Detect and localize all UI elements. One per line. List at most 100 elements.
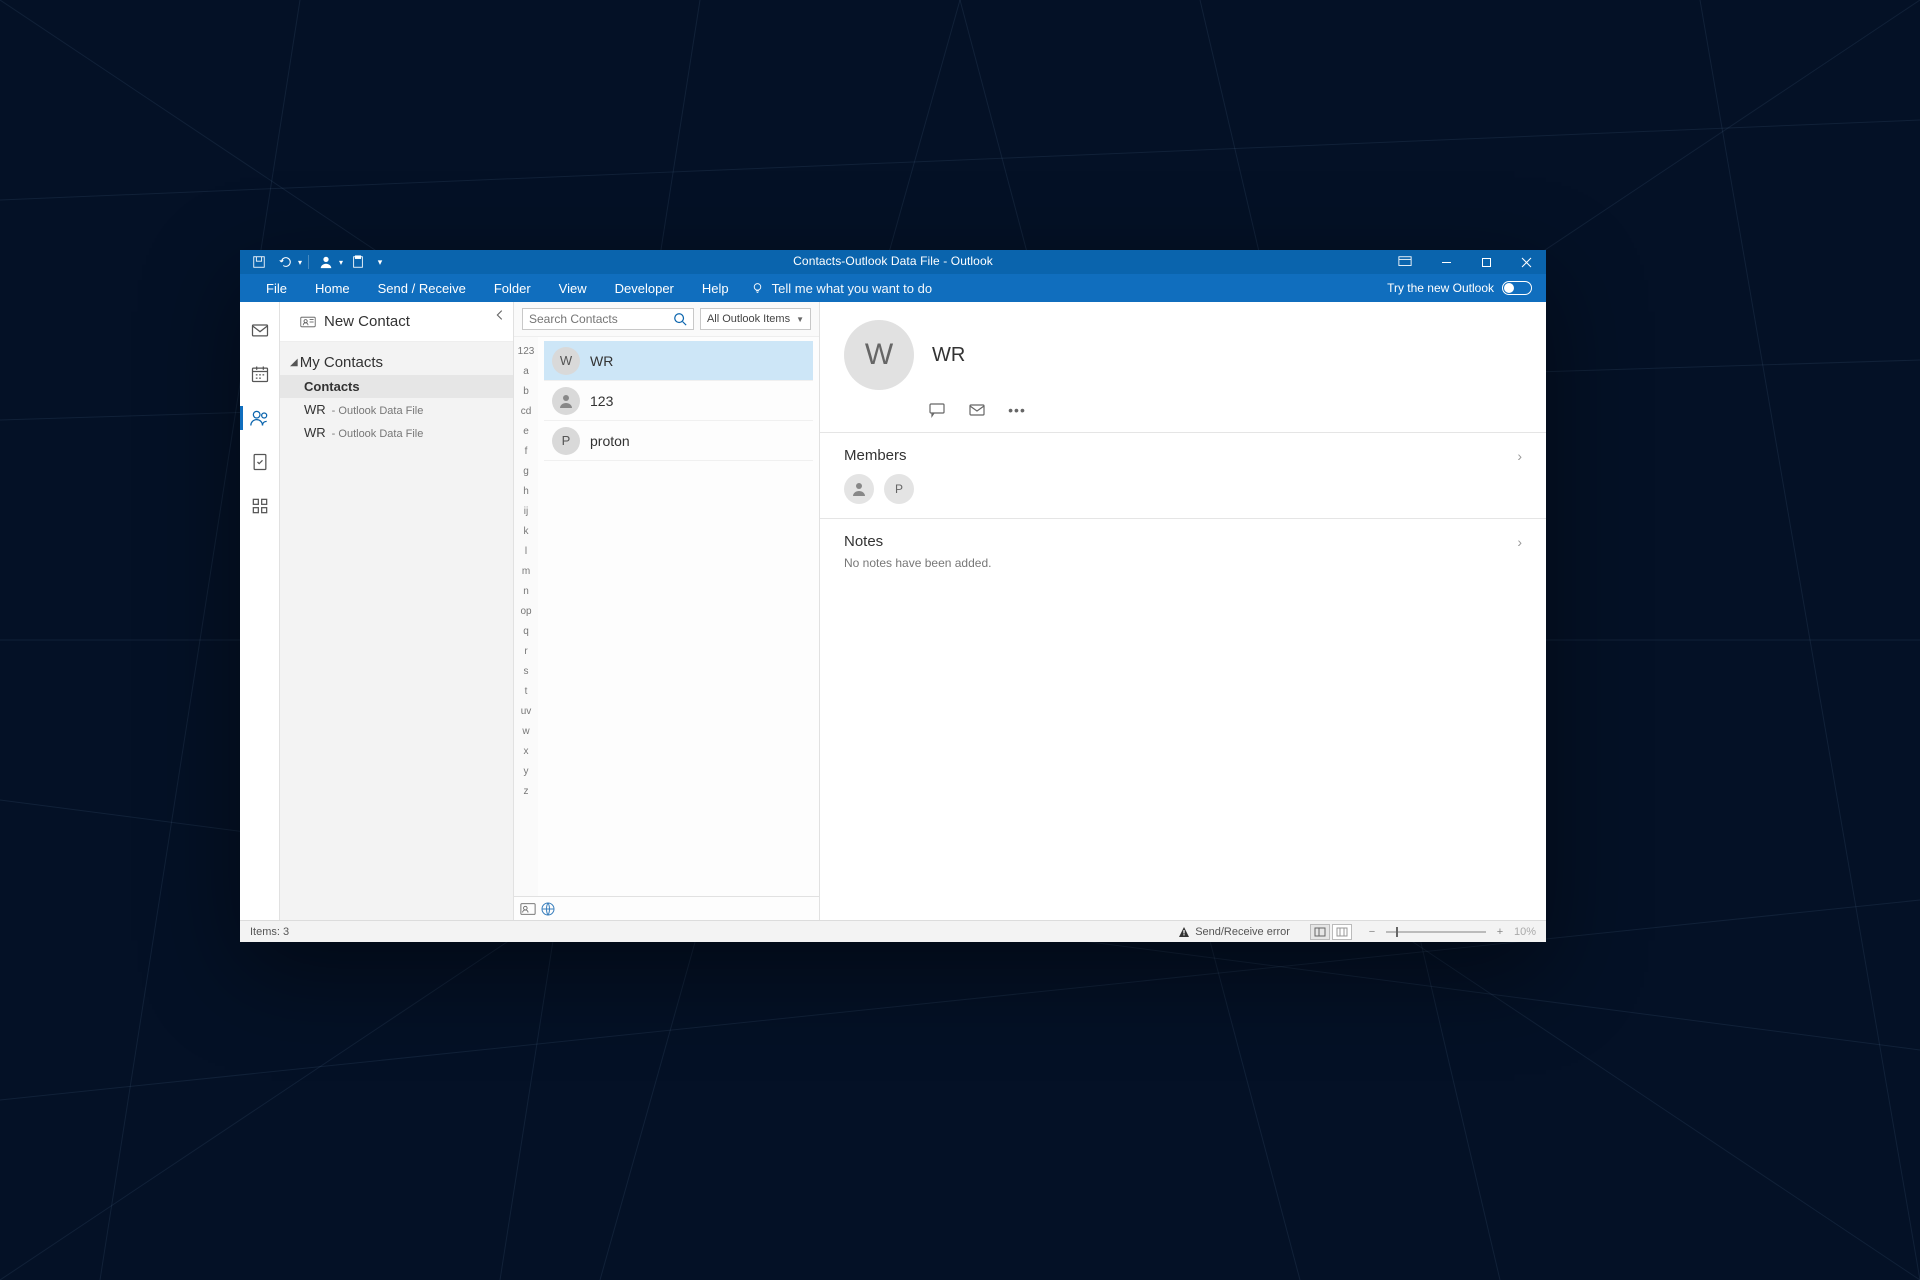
search-input[interactable] [529, 312, 687, 326]
menu-item-send-receive[interactable]: Send / Receive [364, 274, 480, 302]
status-bar: Items: 3 Send/Receive error − + 10% [240, 920, 1546, 942]
rail-more-apps-icon[interactable] [240, 488, 280, 524]
toggle-switch[interactable] [1502, 281, 1532, 295]
chat-icon[interactable] [928, 402, 946, 418]
notes-section: Notes › No notes have been added. [820, 518, 1546, 584]
globe-view-icon[interactable] [540, 901, 556, 917]
list-body: 123abcdefghijklmnopqrstuvwxyz WWR123Ppro… [514, 337, 819, 896]
ribbon-display-options-icon[interactable] [1390, 250, 1420, 274]
alpha-index-item[interactable]: s [524, 663, 529, 680]
qat-paste-icon[interactable] [347, 251, 369, 273]
member-avatar[interactable] [844, 474, 874, 504]
menu-item-home[interactable]: Home [301, 274, 364, 302]
search-scope-dropdown[interactable]: All Outlook Items ▼ [700, 308, 811, 330]
qat-undo-dropdown[interactable]: ▾ [298, 258, 302, 267]
rail-people-icon[interactable] [240, 400, 280, 436]
minimize-button[interactable] [1426, 250, 1466, 274]
member-avatar[interactable]: P [884, 474, 914, 504]
search-icon[interactable] [673, 312, 687, 326]
list-footer [514, 896, 819, 920]
alpha-index-item[interactable]: r [524, 643, 527, 660]
more-actions-icon[interactable]: ••• [1008, 402, 1026, 418]
menu-item-file[interactable]: File [252, 274, 301, 302]
folder-item-label: Contacts [304, 379, 360, 394]
alpha-index-item[interactable]: w [522, 723, 529, 740]
contact-actions: ••• [820, 396, 1546, 432]
alpha-index-item[interactable]: n [523, 583, 529, 600]
title-bar: ▾ ▾ ▾ Contacts-Outlook Data File - Outlo… [240, 250, 1546, 274]
tell-me-search[interactable]: Tell me what you want to do [751, 281, 932, 296]
folder-item-sublabel: - Outlook Data File [332, 405, 424, 417]
zoom-slider[interactable] [1386, 931, 1486, 933]
rail-calendar-icon[interactable] [240, 356, 280, 392]
alpha-index-item[interactable]: 123 [518, 343, 535, 360]
new-contact-button[interactable]: New Contact [280, 302, 513, 342]
contact-row[interactable]: WWR [544, 341, 813, 381]
quick-access-toolbar: ▾ ▾ ▾ [240, 251, 387, 273]
alpha-index-item[interactable]: b [523, 383, 529, 400]
contact-row-name: proton [590, 433, 630, 449]
alpha-index-item[interactable]: y [524, 763, 529, 780]
alpha-index-item[interactable]: x [524, 743, 529, 760]
folder-item[interactable]: Contacts [280, 375, 513, 398]
alpha-index-item[interactable]: l [525, 543, 527, 560]
alpha-index-item[interactable]: op [520, 603, 531, 620]
menu-item-view[interactable]: View [545, 274, 601, 302]
folder-item[interactable]: WR - Outlook Data File [280, 421, 513, 444]
outlook-window: ▾ ▾ ▾ Contacts-Outlook Data File - Outlo… [240, 250, 1546, 942]
folder-item[interactable]: WR- Outlook Data File [280, 398, 513, 421]
send-receive-error[interactable]: Send/Receive error [1178, 926, 1290, 938]
folder-item-sublabel: - Outlook Data File [332, 428, 424, 440]
zoom-out-button[interactable]: − [1368, 926, 1376, 938]
my-contacts-header[interactable]: ◢ My Contacts [280, 342, 513, 375]
alpha-index-item[interactable]: ij [524, 503, 528, 520]
members-expand-icon[interactable]: › [1517, 448, 1522, 464]
contact-row[interactable]: Pproton [544, 421, 813, 461]
reading-pane: W WR ••• Members › P Notes › No [820, 302, 1546, 920]
qat-undo-icon[interactable] [274, 251, 296, 273]
caret-down-icon: ◢ [290, 357, 298, 368]
menu-item-developer[interactable]: Developer [601, 274, 688, 302]
alpha-index-item[interactable]: e [523, 423, 529, 440]
zoom-percent-label: 10% [1514, 926, 1536, 938]
alpha-index-item[interactable]: t [525, 683, 528, 700]
search-scope-label: All Outlook Items [707, 313, 790, 325]
try-new-outlook-toggle[interactable]: Try the new Outlook [1387, 281, 1546, 295]
qat-profile-dropdown[interactable]: ▾ [339, 258, 343, 267]
alpha-index-item[interactable]: f [525, 443, 528, 460]
search-contacts-box[interactable] [522, 308, 694, 330]
alpha-index-item[interactable]: cd [521, 403, 532, 420]
alpha-index-item[interactable]: uv [521, 703, 532, 720]
view-reading-button[interactable] [1332, 924, 1352, 940]
maximize-button[interactable] [1466, 250, 1506, 274]
qat-save-icon[interactable] [248, 251, 270, 273]
zoom-in-button[interactable]: + [1496, 926, 1504, 938]
lightbulb-icon [751, 282, 764, 295]
alpha-index-item[interactable]: m [522, 563, 530, 580]
alpha-index-item[interactable]: q [523, 623, 529, 640]
contact-card-header: W WR [820, 302, 1546, 396]
menu-item-help[interactable]: Help [688, 274, 743, 302]
alpha-index-item[interactable]: a [523, 363, 529, 380]
rail-mail-icon[interactable] [240, 312, 280, 348]
notes-expand-icon[interactable]: › [1517, 534, 1522, 550]
contact-row[interactable]: 123 [544, 381, 813, 421]
qat-profile-icon[interactable] [315, 251, 337, 273]
collapse-pane-icon[interactable] [493, 308, 507, 322]
menu-item-folder[interactable]: Folder [480, 274, 545, 302]
email-icon[interactable] [968, 402, 986, 418]
alpha-index-item[interactable]: h [523, 483, 529, 500]
contact-card-view-icon[interactable] [520, 901, 536, 917]
rail-tasks-icon[interactable] [240, 444, 280, 480]
contact-name-heading: WR [932, 344, 965, 367]
contact-avatar-small [552, 387, 580, 415]
alpha-index-item[interactable]: z [524, 783, 529, 800]
alpha-index-item[interactable]: k [524, 523, 529, 540]
close-button[interactable] [1506, 250, 1546, 274]
alpha-index-item[interactable]: g [523, 463, 529, 480]
folder-pane: New Contact ◢ My Contacts Contacts WR - Ou… [280, 302, 514, 920]
view-normal-button[interactable] [1310, 924, 1330, 940]
qat-customize-icon[interactable]: ▾ [373, 251, 387, 273]
folder-item-label: WR [304, 425, 326, 440]
send-receive-error-label: Send/Receive error [1195, 926, 1290, 938]
